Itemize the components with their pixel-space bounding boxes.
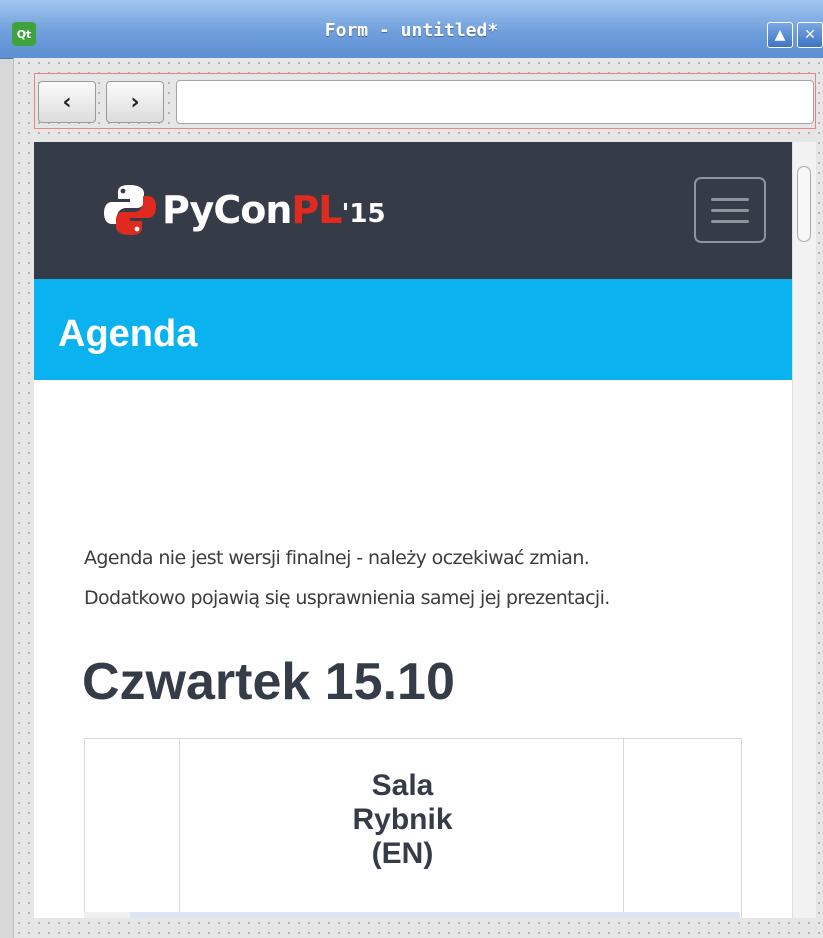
back-button[interactable]: ‹ [38,81,96,123]
room-header-line: Sala [371,769,434,802]
close-button[interactable]: ✕ [797,22,823,48]
agenda-notice: Agenda nie jest wersji finalnej - należy… [84,538,764,618]
menu-toggle-button[interactable] [694,177,766,243]
python-logo-icon [104,185,156,235]
logo-text-pl: PL [291,188,342,232]
window-title: Form - untitled* [324,20,499,41]
table-row [84,912,130,918]
page-title: Agenda [58,313,198,355]
scrollbar-thumb[interactable] [797,166,811,242]
room-header-line: (EN) [371,837,434,870]
agenda-table: Sala Rybnik (EN) [84,738,742,918]
page-title-banner: Agenda [34,279,792,380]
notice-line: Agenda nie jest wersji finalnej - należy… [84,547,590,569]
chevron-left-icon: ‹ [62,89,72,115]
room-header: Sala Rybnik (EN) [180,769,625,871]
hamburger-icon-bar [711,208,749,212]
vertical-scrollbar[interactable] [792,142,816,918]
maximize-icon: ▲ [774,27,786,43]
hamburger-icon-bar [711,197,749,201]
site-header: PyCon PL '15 [34,142,792,279]
room-header-line: Rybnik [352,803,453,836]
forward-button[interactable]: › [106,81,164,123]
day-heading: Czwartek 15.10 [82,653,455,711]
pycon-logo[interactable]: PyCon PL '15 [102,178,386,242]
table-row [130,912,740,918]
url-input[interactable] [176,80,814,124]
logo-text-pycon: PyCon [162,188,292,232]
chevron-right-icon: › [130,89,140,115]
web-view: PyCon PL '15 Agenda Agenda nie jest wers… [34,142,792,918]
designer-window: Qt Form - untitled* ▲ ✕ ‹ › PyCon PL '15… [0,0,823,938]
notice-line: Dodatkowo pojawią się usprawnienia samej… [84,587,610,609]
title-bar: Qt Form - untitled* ▲ ✕ [0,0,823,59]
hamburger-icon-bar [711,219,749,223]
logo-text-year: '15 [341,199,386,229]
close-icon: ✕ [804,27,816,43]
maximize-button[interactable]: ▲ [767,22,793,48]
